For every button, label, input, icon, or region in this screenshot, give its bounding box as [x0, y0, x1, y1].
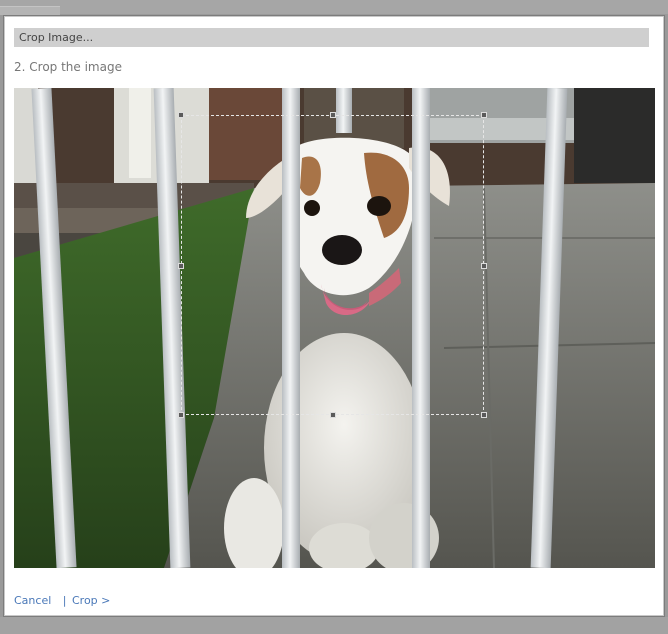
crop-handle-top-left[interactable] — [178, 112, 184, 118]
step-heading: 2. Crop the image — [14, 60, 122, 74]
crop-selection-box[interactable] — [178, 112, 487, 418]
dialog-title: Crop Image... — [19, 31, 94, 44]
crop-image-dialog: Crop Image... 2. Crop the image Cancel |… — [3, 15, 665, 617]
cancel-link[interactable]: Cancel — [14, 594, 51, 607]
crop-handle-top-right[interactable] — [481, 112, 487, 118]
footer-separator: | — [62, 594, 67, 607]
crop-image-canvas[interactable] — [14, 88, 655, 568]
background-page — [0, 0, 668, 15]
background-tab — [0, 6, 60, 15]
crop-handle-middle-right[interactable] — [481, 263, 487, 269]
crop-handle-top-center[interactable] — [330, 112, 336, 118]
crop-link[interactable]: Crop > — [72, 594, 110, 607]
dialog-footer: Cancel | Crop > — [14, 594, 110, 607]
background-page-bottom — [0, 617, 668, 634]
dialog-title-bar: Crop Image... — [14, 28, 649, 47]
crop-handle-bottom-center[interactable] — [330, 412, 336, 418]
crop-handle-middle-left[interactable] — [178, 263, 184, 269]
crop-handle-bottom-right[interactable] — [481, 412, 487, 418]
crop-handle-bottom-left[interactable] — [178, 412, 184, 418]
